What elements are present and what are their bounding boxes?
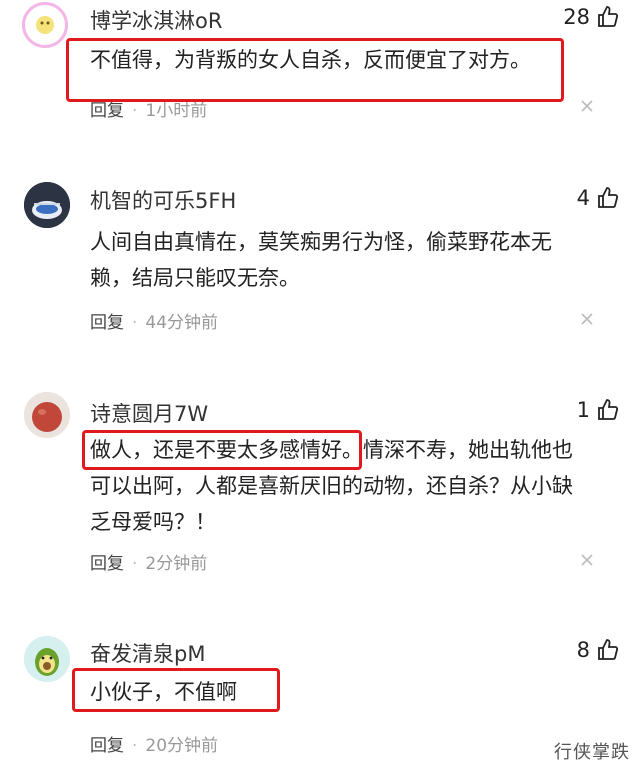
like-count: 4 (576, 186, 590, 210)
username[interactable]: 奋发清泉pM (90, 638, 205, 668)
comment-line: 小伙子，不值啊 (90, 680, 237, 704)
separator-dot: · (132, 554, 138, 574)
reply-row: 回复 · 2分钟前 (90, 549, 207, 574)
comment-line: 不值得，为背叛的女人自杀，反而便宜了对方。 (90, 48, 531, 72)
username[interactable]: 诗意圆月7W (90, 398, 208, 428)
comment-line: 人间自由真情在，莫笑痴男行为怪，偷菜野花本无 (90, 230, 552, 254)
reply-row: 回复 · 44分钟前 (90, 308, 218, 333)
thumbs-up-icon[interactable] (596, 186, 620, 210)
thumbs-up-icon[interactable] (596, 638, 620, 662)
comment-line: 赖，结局只能叹无奈。 (90, 266, 300, 290)
close-icon[interactable] (580, 312, 594, 326)
comment-line: 乏母爱吗？！ (90, 510, 216, 534)
reply-button[interactable]: 回复 (90, 554, 124, 574)
timestamp: 2分钟前 (145, 554, 208, 574)
separator-dot: · (132, 736, 138, 756)
comment-text: 不值得，为背叛的女人自杀，反而便宜了对方。 (90, 42, 590, 78)
avatar[interactable] (24, 182, 70, 228)
comment-line: 做人，还是不要太多感情好。情深不寿，她出轨他也 (90, 438, 573, 462)
reply-button[interactable]: 回复 (90, 736, 124, 756)
thumbs-up-icon[interactable] (596, 5, 620, 29)
reply-button[interactable]: 回复 (90, 313, 124, 333)
comment-text: 人间自由真情在，莫笑痴男行为怪，偷菜野花本无 赖，结局只能叹无奈。 (90, 224, 590, 296)
comment-text: 小伙子，不值啊 (90, 674, 590, 710)
timestamp: 1小时前 (145, 101, 208, 121)
timestamp: 20分钟前 (145, 736, 219, 756)
separator-dot: · (132, 101, 138, 121)
avatar[interactable] (24, 392, 70, 438)
comment-line: 可以出阿，人都是喜新厌旧的动物，还自杀？从小缺 (90, 474, 573, 498)
reply-button[interactable]: 回复 (90, 101, 124, 121)
like-count: 8 (576, 638, 590, 662)
separator-dot: · (132, 313, 138, 333)
timestamp: 44分钟前 (145, 313, 219, 333)
reply-row: 回复 · 1小时前 (90, 96, 207, 121)
username[interactable]: 博学冰淇淋oR (90, 5, 222, 35)
close-icon[interactable] (580, 553, 594, 567)
like-count: 28 (563, 5, 590, 29)
watermark: 行侠掌跌 (554, 742, 630, 763)
avatar[interactable] (22, 2, 68, 48)
avatar[interactable] (24, 636, 70, 682)
like-count: 1 (576, 398, 590, 422)
thumbs-up-icon[interactable] (596, 398, 620, 422)
comment-text: 做人，还是不要太多感情好。情深不寿，她出轨他也 可以出阿，人都是喜新厌旧的动物，… (90, 432, 590, 540)
reply-row: 回复 · 20分钟前 (90, 731, 218, 756)
close-icon[interactable] (580, 99, 594, 113)
username[interactable]: 机智的可乐5FH (90, 185, 236, 215)
